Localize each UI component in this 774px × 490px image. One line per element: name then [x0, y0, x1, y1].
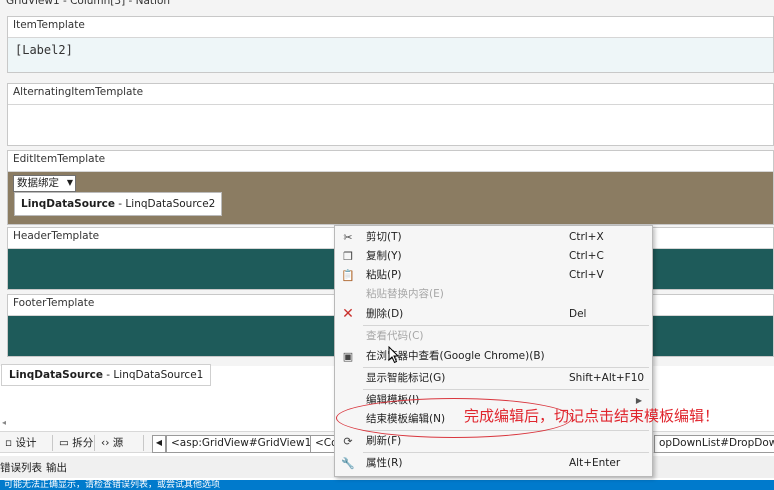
databind-dropdown[interactable]: 数据绑定 ▼ [13, 175, 76, 192]
source-icon: ‹› [101, 437, 110, 449]
design-label: 设计 [15, 437, 37, 449]
crumb-dropdownlist[interactable]: opDownList#DropDow...> [654, 435, 774, 453]
divider [94, 435, 95, 451]
menu-item-view-in-browser[interactable]: ▣ 在浏览器中查看(Google Chrome)(B) [335, 347, 652, 366]
context-menu: ✂ 剪切(T) Ctrl+X ❐ 复制(Y) Ctrl+C 📋 粘贴(P) Ct… [334, 225, 653, 477]
databind-dropdown-label: 数据绑定 [17, 177, 59, 189]
divider [143, 435, 144, 451]
datasource-id: - LinqDataSource1 [102, 369, 204, 381]
alternating-template-label: AlternatingItemTemplate [8, 84, 773, 105]
mouse-cursor-icon [388, 346, 400, 364]
menu-separator [363, 389, 649, 390]
label2-control[interactable]: [Label2] [15, 43, 73, 57]
menu-separator [363, 452, 649, 453]
menu-separator [363, 325, 649, 326]
menu-label: 查看代码(C) [366, 330, 424, 342]
delete-icon: ✕ [342, 306, 354, 322]
menu-label: 删除(D) [366, 308, 404, 320]
gridview-title: GridView1 - Column[3] - Nation [6, 0, 171, 7]
menu-item-smart-tag[interactable]: 显示智能标记(G) Shift+Alt+F10 [335, 369, 652, 388]
menu-label: 剪切(T) [366, 231, 402, 243]
item-template-body[interactable]: [Label2] [8, 38, 773, 72]
menu-label: 粘贴替换内容(E) [366, 288, 444, 300]
edit-template-label: EditItemTemplate [8, 151, 773, 172]
item-template-label: ItemTemplate [8, 17, 773, 38]
menu-item-view-code: 查看代码(C) [335, 327, 652, 346]
datasource-type: LinqDataSource [21, 198, 115, 210]
split-view-button[interactable]: ▭ 拆分 [56, 435, 96, 451]
wrench-icon: 🔧 [341, 457, 355, 470]
menu-label: 属性(R) [366, 457, 403, 469]
menu-shortcut: Ctrl+C [569, 250, 604, 262]
split-label: 拆分 [72, 437, 94, 449]
chevron-down-icon: ▼ [66, 178, 73, 187]
split-icon: ▭ [59, 437, 69, 449]
linq-datasource-2[interactable]: LinqDataSource - LinqDataSource2 [14, 192, 223, 216]
scroll-left-icon[interactable]: ◂ [2, 418, 6, 427]
status-text: 可能无法正确显示，请检查错误列表，或尝试其他选项 [4, 480, 221, 490]
scissors-icon: ✂ [343, 231, 353, 244]
menu-label: 显示智能标记(G) [366, 372, 446, 384]
menu-shortcut: Shift+Alt+F10 [569, 372, 645, 384]
browser-icon: ▣ [342, 350, 354, 363]
datasource-type: LinqDataSource [9, 369, 103, 381]
annotation-text: 完成编辑后，切记点击结束模板编辑！ [464, 407, 720, 425]
edit-item-template[interactable]: EditItemTemplate 数据绑定 ▼ LinqDataSource -… [7, 150, 774, 225]
tab-output[interactable]: 输出 [46, 460, 67, 475]
menu-separator [363, 367, 649, 368]
paste-icon: 📋 [341, 269, 355, 282]
datasource-id: - LinqDataSource2 [114, 198, 216, 210]
design-icon: ▫ [5, 437, 13, 449]
menu-label: 复制(Y) [366, 250, 402, 262]
source-label: 源 [112, 437, 124, 449]
design-view-button[interactable]: ▫ 设计 [2, 435, 39, 451]
alternating-item-template[interactable]: AlternatingItemTemplate [7, 83, 774, 146]
menu-shortcut: Alt+Enter [569, 457, 621, 469]
menu-item-paste-replace: 粘贴替换内容(E) [335, 285, 652, 304]
menu-shortcut: Del [569, 308, 587, 320]
source-view-button[interactable]: ‹› 源 [98, 435, 126, 451]
refresh-icon: ⟳ [343, 435, 353, 448]
linq-datasource-1[interactable]: LinqDataSource - LinqDataSource1 [1, 364, 212, 386]
edit-template-body[interactable]: 数据绑定 ▼ LinqDataSource - LinqDataSource2 [8, 172, 773, 224]
menu-item-paste[interactable]: 📋 粘贴(P) Ctrl+V [335, 266, 652, 285]
menu-label: 粘贴(P) [366, 269, 402, 281]
tab-error-list[interactable]: 错误列表 [0, 460, 42, 475]
divider [52, 435, 53, 451]
menu-item-copy[interactable]: ❐ 复制(Y) Ctrl+C [335, 247, 652, 266]
alternating-template-body[interactable] [8, 105, 773, 145]
menu-shortcut: Ctrl+X [569, 231, 604, 243]
menu-item-delete[interactable]: ✕ 删除(D) Del [335, 305, 652, 324]
menu-shortcut: Ctrl+V [569, 269, 604, 281]
copy-icon: ❐ [343, 250, 353, 263]
crumb-gridview[interactable]: <asp:GridView#GridView1> [166, 435, 316, 453]
menu-item-properties[interactable]: 🔧 属性(R) Alt+Enter [335, 454, 652, 473]
item-template[interactable]: ItemTemplate [Label2] [7, 16, 774, 73]
status-bar: 可能无法正确显示，请检查错误列表，或尝试其他选项 [0, 480, 774, 490]
crumb-prev-button[interactable]: ◀ [152, 435, 166, 453]
menu-item-cut[interactable]: ✂ 剪切(T) Ctrl+X [335, 228, 652, 247]
